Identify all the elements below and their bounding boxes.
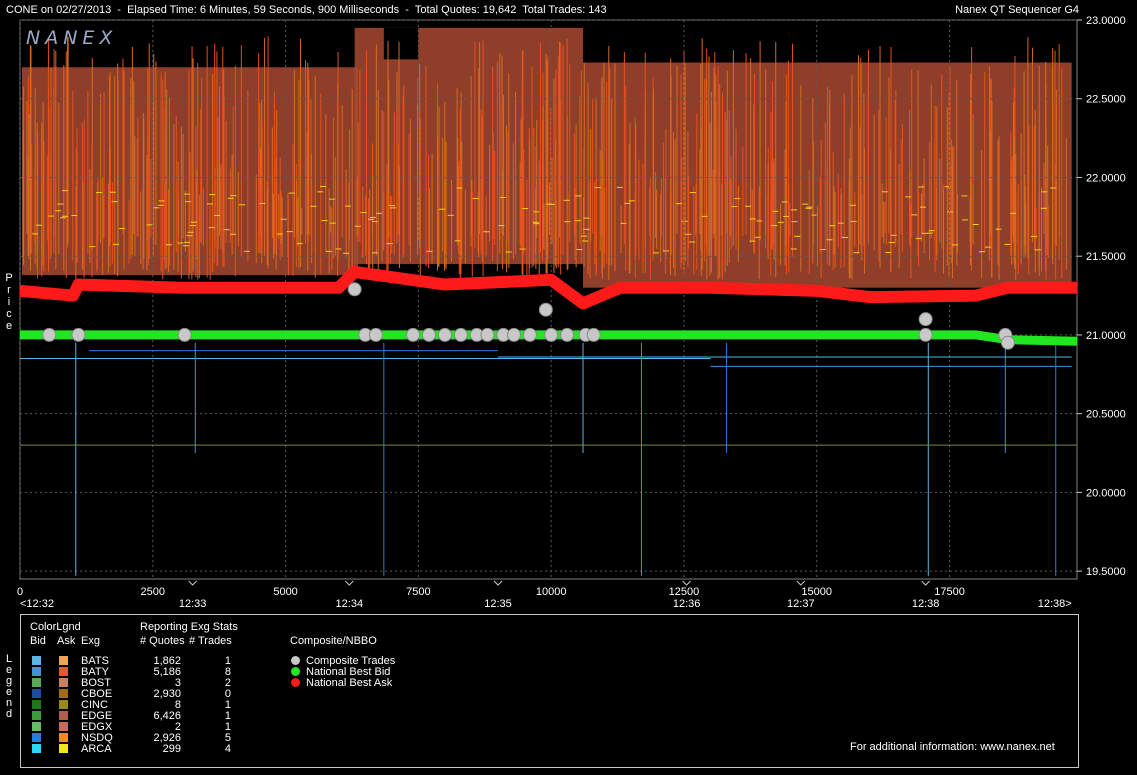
- trade-point: [368, 327, 383, 342]
- trade-point: [522, 327, 537, 342]
- bid-color-swatch: [32, 689, 41, 698]
- bid-color-swatch: [32, 700, 41, 709]
- time-marker: [188, 580, 197, 586]
- ask-color-swatch: [59, 689, 68, 698]
- time-marker: [344, 580, 354, 586]
- ask-color-swatch: [59, 722, 68, 731]
- y-tick-label: 22.5000: [1086, 94, 1126, 106]
- bid-color-swatch: [32, 722, 41, 731]
- y-tick-label: 23.0000: [1086, 15, 1126, 27]
- y-tick-label: 21.5000: [1086, 251, 1126, 263]
- x-tick-label: 15000: [801, 586, 832, 598]
- time-marker: [493, 580, 503, 586]
- nbbo-color-dot: [291, 656, 300, 665]
- bid-color-swatch: [32, 711, 41, 720]
- trade-point: [453, 327, 468, 342]
- trade-point: [560, 327, 575, 342]
- trade-point: [42, 327, 57, 342]
- legend-row-cboe: CBOE 2,930 0: [21, 688, 281, 700]
- time-label: 12:38: [912, 598, 940, 610]
- time-label: 12:33: [179, 598, 207, 610]
- time-label: 12:36: [673, 598, 701, 610]
- y-axis-label-char: r: [7, 284, 11, 296]
- y-tick-label: 22.0000: [1086, 172, 1126, 184]
- nbbo-label: National Best Ask: [306, 677, 393, 689]
- y-axis-label-char: e: [5, 320, 13, 332]
- legend-nbbo-item: Composite Trades: [21, 655, 395, 667]
- x-tick-label: 7500: [406, 586, 430, 598]
- trade-point: [918, 327, 933, 342]
- y-axis-label-char: i: [7, 296, 11, 308]
- ask-color-swatch: [59, 711, 68, 720]
- trade-point: [177, 327, 192, 342]
- y-tick-label: 19.5000: [1086, 566, 1126, 578]
- trade-point: [586, 327, 601, 342]
- time-label: 12:38>: [1038, 598, 1072, 610]
- legend-row-nsdq: NSDQ 2,926 5: [21, 732, 281, 744]
- trade-point: [544, 327, 559, 342]
- legend-nbbo-item: National Best Ask: [21, 677, 392, 689]
- legend-col-ask: Ask: [57, 635, 76, 647]
- time-label: 12:37: [787, 598, 815, 610]
- time-label: 12:35: [484, 598, 512, 610]
- y-tick-label: 21.0000: [1086, 330, 1126, 342]
- bid-color-swatch: [32, 733, 41, 742]
- x-tick-label: 0: [17, 586, 23, 598]
- trade-point: [421, 327, 436, 342]
- y-tick-label: 20.0000: [1086, 487, 1126, 499]
- x-tick-label: 12500: [669, 586, 700, 598]
- trade-point: [480, 327, 495, 342]
- legend-col-composite: Composite/NBBO: [290, 635, 377, 647]
- time-label: 12:34: [336, 598, 364, 610]
- legend-col-quotes: # Quotes: [140, 635, 185, 647]
- legend-exg: ARCA: [81, 743, 112, 755]
- time-marker: [796, 580, 806, 586]
- y-axis-label: Price: [4, 272, 14, 332]
- bid-color-swatch: [32, 744, 41, 753]
- trade-point: [406, 327, 421, 342]
- y-tick-label: 20.5000: [1086, 409, 1126, 421]
- ask-color-swatch: [59, 733, 68, 742]
- trade-point: [1000, 335, 1015, 350]
- ask-color-swatch: [59, 744, 68, 753]
- legend-col-trades: # Trades: [189, 635, 232, 647]
- x-tick-label: 2500: [141, 586, 165, 598]
- nbbo-color-dot: [291, 667, 300, 676]
- x-tick-label: 17500: [934, 586, 965, 598]
- ask-color-swatch: [59, 700, 68, 709]
- legend-footer: For additional information: www.nanex.ne…: [850, 741, 1055, 753]
- trade-point: [538, 302, 553, 317]
- trade-point: [347, 282, 362, 297]
- time-marker: [921, 580, 930, 586]
- legend-row-cinc: CINC 8 1: [21, 699, 281, 711]
- legend-row-edge: EDGE 6,426 1: [21, 710, 281, 722]
- x-tick-label: 5000: [273, 586, 297, 598]
- quote-band-gap: [383, 27, 419, 60]
- legend-col-colorlgnd: ColorLgnd: [30, 621, 81, 633]
- legend-panel: ColorLgnd Reporting Exg Stats Bid Ask Ex…: [20, 614, 1079, 768]
- y-axis-label-char: P: [5, 272, 13, 284]
- legend-side-char: d: [5, 708, 13, 720]
- x-tick-label: 10000: [536, 586, 567, 598]
- legend-col-bid: Bid: [30, 635, 46, 647]
- trade-point: [437, 327, 452, 342]
- legend-nbbo-item: National Best Bid: [21, 666, 390, 678]
- time-marker: [682, 580, 691, 586]
- legend-row-edgx: EDGX 2 1: [21, 721, 281, 733]
- legend-trades: 4: [224, 743, 231, 755]
- trade-point: [506, 327, 521, 342]
- time-label: <12:32: [20, 598, 54, 610]
- trade-point: [71, 327, 86, 342]
- price-chart: 23.0000 22.5000 22.0000 21.5000 21.0000 20.50…: [17, 15, 1126, 610]
- legend-side-label: Legend: [4, 654, 14, 720]
- legend-col-exg: Exg: [81, 635, 100, 647]
- nbbo-color-dot: [291, 678, 300, 687]
- legend-col-reporting: Reporting Exg Stats: [140, 621, 238, 633]
- y-axis-label-char: c: [6, 308, 12, 320]
- legend-row-arca: ARCA 299 4: [21, 743, 281, 755]
- trade-point: [918, 312, 933, 327]
- nanex-watermark: NANEX: [26, 27, 117, 49]
- legend-quotes: 299: [162, 743, 181, 755]
